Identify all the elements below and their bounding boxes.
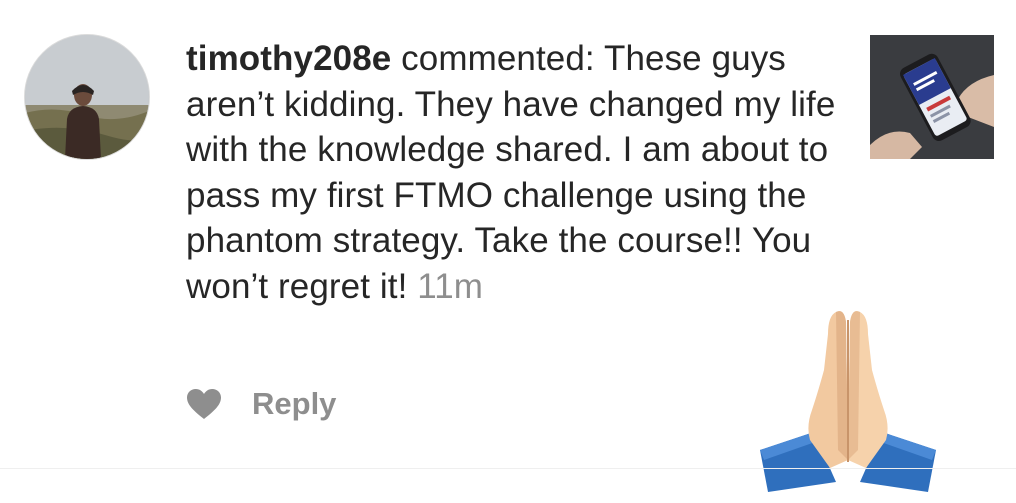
post-thumbnail-phone-icon — [870, 35, 994, 159]
post-thumbnail[interactable] — [870, 35, 994, 159]
heart-icon[interactable] — [186, 388, 222, 420]
folded-hands-emoji-icon — [760, 311, 936, 492]
bottom-divider — [0, 468, 1016, 469]
comment-username[interactable]: timothy208e — [186, 39, 391, 78]
user-avatar[interactable] — [24, 34, 150, 160]
comment-text: timothy208e commented: These guys aren’t… — [186, 36, 846, 309]
comment-body: These guys aren’t kidding. They have cha… — [186, 39, 836, 306]
comment-timestamp: 11m — [417, 266, 484, 306]
profile-photo-icon — [25, 35, 149, 159]
comment-actions: Reply — [186, 384, 336, 424]
comment-verb: commented: — [401, 39, 595, 78]
reply-button[interactable]: Reply — [252, 386, 336, 422]
